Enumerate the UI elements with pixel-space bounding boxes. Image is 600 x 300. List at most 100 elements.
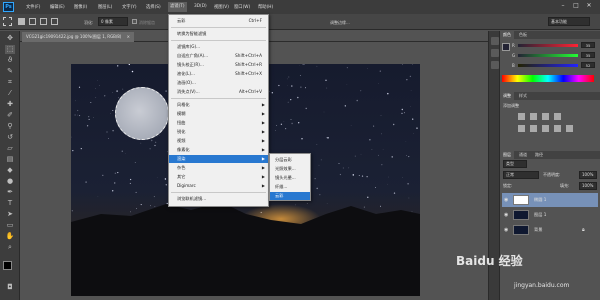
filter-menu-item[interactable]: 液化(L)... Shift+Ctrl+X (169, 70, 268, 78)
channel-b-slider[interactable] (518, 64, 578, 67)
blend-mode-select[interactable]: 正常 (503, 171, 539, 179)
document-tab-close-icon[interactable]: × (127, 34, 130, 39)
visibility-eye-icon[interactable]: ◉ (504, 223, 508, 237)
brush-tool-icon[interactable]: ✐ (5, 111, 15, 120)
tab-channels[interactable]: 通道 (516, 151, 530, 159)
eraser-tool-icon[interactable]: ▱ (5, 144, 15, 153)
workspace-select[interactable]: 基本功能 (548, 17, 590, 26)
filter-menu-item[interactable]: 自适应广角(A)... Shift+Ctrl+A (169, 52, 268, 60)
render-submenu-item[interactable]: 分层云彩 (270, 156, 310, 164)
move-tool-icon[interactable]: ✥ (5, 34, 15, 43)
filter-menu-item[interactable]: 模糊 ▶ (169, 110, 268, 118)
opacity-input[interactable]: 100% (579, 171, 597, 179)
menu-edit[interactable]: 编辑(E) (50, 4, 65, 10)
filter-menu-item[interactable]: 风格化 ▶ (169, 101, 268, 109)
tab-paths[interactable]: 路径 (532, 151, 546, 159)
layer-row-ellipse[interactable]: ◉ 椭圆 1 (502, 193, 598, 207)
hand-tool-icon[interactable]: ✋ (5, 232, 15, 241)
render-submenu-item[interactable]: 镜头光晕... (270, 174, 310, 182)
channel-r-value[interactable]: 35 (581, 42, 595, 48)
stamp-tool-icon[interactable]: ⚲ (5, 122, 15, 131)
dodge-tool-icon[interactable]: ● (5, 177, 15, 186)
color-spectrum-bar[interactable] (502, 75, 594, 82)
add-selection-icon[interactable] (29, 18, 36, 25)
quick-select-tool-icon[interactable]: ✎ (5, 67, 15, 76)
feather-input[interactable]: 0 像素 (98, 17, 128, 26)
refine-edge-button[interactable]: 调整边缘... (330, 20, 350, 26)
intersect-selection-icon[interactable] (51, 18, 58, 25)
curves-adjust-icon[interactable] (542, 113, 549, 120)
exposure-adjust-icon[interactable] (554, 113, 561, 120)
menu-3d[interactable]: 3D(D) (194, 4, 207, 9)
brightness-adjust-icon[interactable] (518, 113, 525, 120)
eyedropper-tool-icon[interactable]: ⁄ (5, 89, 15, 98)
crop-tool-icon[interactable]: ⌗ (5, 78, 15, 87)
quick-mask-icon[interactable]: ◘ (5, 283, 15, 292)
fg-color-chip[interactable] (502, 43, 510, 51)
zoom-tool-icon[interactable]: ⌕ (5, 243, 15, 252)
channel-b-value[interactable]: 52 (581, 62, 595, 68)
visibility-eye-icon[interactable]: ◉ (504, 208, 508, 222)
antialias-checkbox[interactable] (132, 19, 137, 24)
layer-row-background[interactable]: ◉ 背景 🔒︎ (502, 223, 598, 237)
color-balance-adjust-icon[interactable] (542, 125, 549, 132)
history-panel-icon[interactable] (491, 37, 499, 45)
render-submenu-item[interactable]: 光照效果... (270, 165, 310, 173)
filter-menu-item[interactable]: 油画(O)... (169, 79, 268, 87)
marquee-tool-icon[interactable] (3, 17, 12, 26)
character-panel-icon[interactable] (491, 61, 499, 69)
tab-adjustments[interactable]: 调整 (500, 92, 514, 100)
hue-sat-adjust-icon[interactable] (530, 125, 537, 132)
new-selection-icon[interactable] (18, 18, 25, 25)
type-tool-icon[interactable]: T (5, 199, 15, 208)
marquee-tool-icon[interactable]: ⬚ (5, 45, 15, 54)
subtract-selection-icon[interactable] (40, 18, 47, 25)
menu-select[interactable]: 选择(S) (146, 4, 161, 10)
healing-tool-icon[interactable]: ✚ (5, 100, 15, 109)
menu-window[interactable]: 窗口(W) (234, 4, 250, 10)
close-window-button[interactable]: ✕ (584, 2, 594, 10)
blur-tool-icon[interactable]: ◆ (5, 166, 15, 175)
minimize-button[interactable]: – (558, 2, 568, 10)
filter-menu-item[interactable]: 像素化 ▶ (169, 146, 268, 154)
lasso-tool-icon[interactable]: ϑ (5, 56, 15, 65)
tab-swatches[interactable]: 色板 (516, 31, 530, 39)
tab-color[interactable]: 颜色 (500, 31, 514, 39)
vibrance-adjust-icon[interactable] (518, 125, 525, 132)
foreground-color-swatch[interactable] (3, 261, 12, 270)
history-brush-tool-icon[interactable]: ↺ (5, 133, 15, 142)
bw-adjust-icon[interactable] (554, 125, 561, 132)
layer-kind-filter[interactable]: 类型 (503, 160, 527, 168)
menu-layer[interactable]: 图层(L) (98, 4, 112, 10)
menu-image[interactable]: 图像(I) (74, 4, 87, 10)
filter-menu-item[interactable]: Digimarc ▶ (169, 182, 268, 190)
filter-menu-item[interactable]: 云彩 Ctrl+F (169, 17, 268, 25)
shape-tool-icon[interactable]: ▭ (5, 221, 15, 230)
channel-g-slider[interactable] (518, 54, 578, 57)
filter-menu-item[interactable]: 渲染 ▶ (169, 155, 268, 163)
filter-menu-item[interactable]: 镜头校正(R)... Shift+Ctrl+R (169, 61, 268, 69)
path-select-tool-icon[interactable]: ➤ (5, 210, 15, 219)
filter-menu-item[interactable]: 消失点(V)... Alt+Ctrl+V (169, 88, 268, 96)
menu-help[interactable]: 帮助(H) (258, 4, 273, 10)
menu-filter[interactable]: 滤镜(T) (168, 2, 187, 12)
filter-menu-item[interactable]: 视频 ▶ (169, 137, 268, 145)
document-tab[interactable]: VCG21gic19091422.jpg @ 100%(图层 1, RGB/8)… (22, 32, 135, 42)
levels-adjust-icon[interactable] (530, 113, 537, 120)
tab-styles[interactable]: 样式 (516, 92, 530, 100)
render-submenu-item[interactable]: 云彩 (270, 192, 310, 200)
properties-panel-icon[interactable] (491, 49, 499, 57)
layer-row-layer1[interactable]: ◉ 图层 1 (502, 208, 598, 222)
channel-r-slider[interactable] (518, 44, 578, 47)
filter-menu-item[interactable]: 浏览联机滤镜... (169, 195, 268, 203)
filter-menu-item[interactable]: 扭曲 ▶ (169, 119, 268, 127)
fill-input[interactable]: 100% (579, 182, 597, 190)
menu-type[interactable]: 文字(Y) (122, 4, 137, 10)
gradient-tool-icon[interactable]: ▤ (5, 155, 15, 164)
visibility-eye-icon[interactable]: ◉ (504, 193, 508, 207)
tab-layers[interactable]: 图层 (500, 151, 514, 159)
photo-filter-adjust-icon[interactable] (566, 125, 573, 132)
filter-menu-item[interactable]: 转换为智能滤镜 (169, 30, 268, 38)
menu-file[interactable]: 文件(F) (26, 4, 40, 10)
filter-menu-item[interactable]: 杂色 ▶ (169, 164, 268, 172)
